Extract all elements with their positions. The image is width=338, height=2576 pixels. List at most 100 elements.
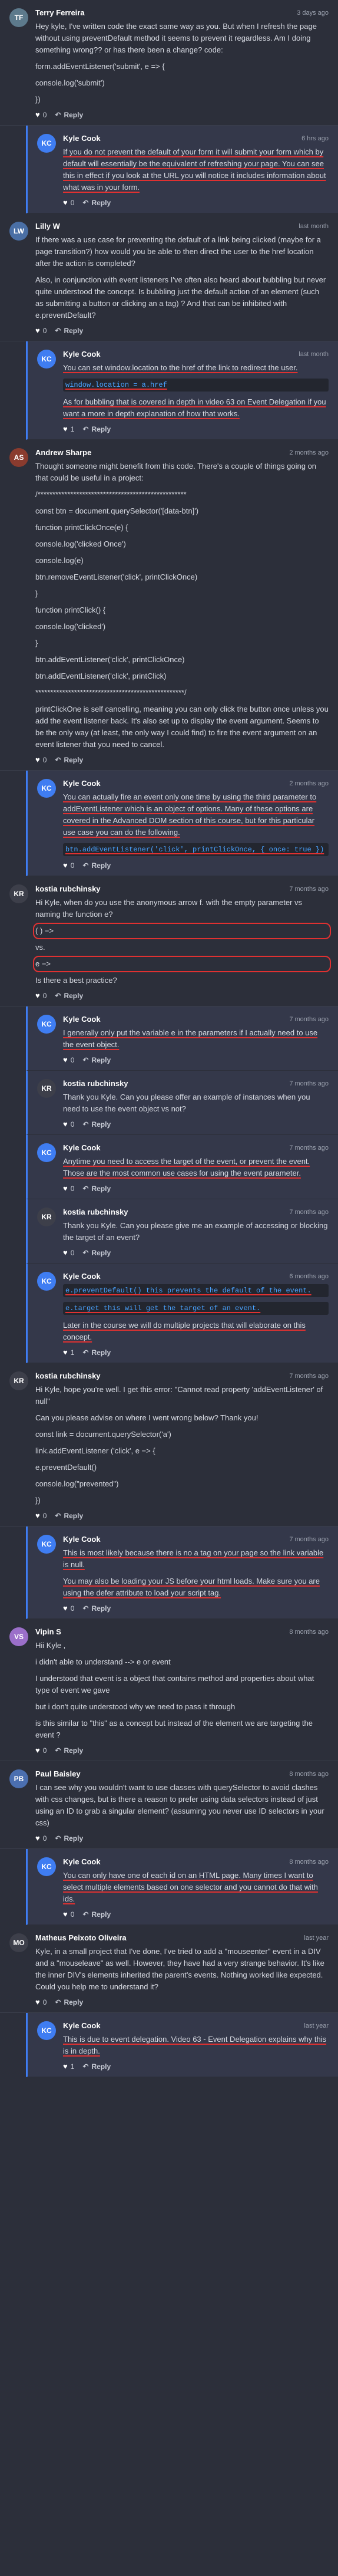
- like-count: 0: [42, 755, 47, 764]
- author-name[interactable]: Kyle Cook: [63, 779, 101, 788]
- author-name[interactable]: Lilly W: [35, 222, 60, 231]
- reply-label: Reply: [91, 425, 111, 433]
- author-name[interactable]: Vipin S: [35, 1627, 61, 1636]
- like-button[interactable]: ♥ 0: [35, 1746, 47, 1755]
- author-name[interactable]: Kyle Cook: [63, 1272, 101, 1281]
- heart-icon: ♥: [63, 1248, 68, 1257]
- author-name[interactable]: Kyle Cook: [63, 2021, 101, 2030]
- author-name[interactable]: Kyle Cook: [63, 1015, 101, 1024]
- like-button[interactable]: ♥ 0: [63, 1248, 74, 1257]
- reply-button[interactable]: ↶ Reply: [55, 1834, 83, 1843]
- reply-button[interactable]: ↶ Reply: [55, 756, 83, 764]
- reply-comment: KC Kyle Cook last year This is due to event…: [26, 2013, 338, 2077]
- like-button[interactable]: ♥ 0: [63, 861, 74, 870]
- comment-paragraph: ****************************************…: [35, 688, 187, 697]
- comment-paragraph: is this similar to "this" as a concept b…: [35, 1719, 313, 1739]
- author-name[interactable]: Terry Ferreira: [35, 8, 85, 17]
- author-name[interactable]: Kyle Cook: [63, 350, 101, 358]
- reply-icon: ↶: [55, 1834, 61, 1843]
- like-button[interactable]: ♥ 0: [63, 198, 74, 207]
- like-button[interactable]: ♥ 0: [63, 1910, 74, 1919]
- timestamp: last month: [299, 350, 329, 358]
- heart-icon: ♥: [63, 1184, 68, 1193]
- reply-button[interactable]: ↶ Reply: [82, 861, 111, 870]
- reply-button[interactable]: ↶ Reply: [82, 1185, 111, 1193]
- like-count: 0: [70, 861, 75, 870]
- comment-text: Hi Kyle, hope you're well. I get this er…: [35, 1384, 329, 1506]
- reply-button[interactable]: ↶ Reply: [82, 199, 111, 207]
- reply-button[interactable]: ↶ Reply: [55, 1512, 83, 1520]
- comment-header: Kyle Cook 7 months ago: [63, 1143, 329, 1152]
- comment-paragraph: }): [35, 1496, 41, 1505]
- like-button[interactable]: ♥ 1: [63, 425, 74, 433]
- author-name[interactable]: kostia rubchinsky: [63, 1079, 128, 1088]
- comment-header: Kyle Cook 6 months ago: [63, 1272, 329, 1281]
- comment-actions: ♥ 0 ↶ Reply: [63, 1120, 329, 1129]
- timestamp: last year: [304, 2022, 329, 2029]
- reply-button[interactable]: ↶ Reply: [55, 1998, 83, 2006]
- comment-actions: ♥ 0 ↶ Reply: [35, 1834, 329, 1843]
- reply-button[interactable]: ↶ Reply: [82, 1056, 111, 1064]
- avatar: KC: [37, 779, 56, 798]
- comment-paragraph: Anytime you need to access the target of…: [63, 1157, 310, 1177]
- comment-body: kostia rubchinsky 7 months ago Hi Kyle, wh…: [33, 884, 331, 1000]
- like-button[interactable]: ♥ 0: [35, 991, 47, 1000]
- author-name[interactable]: Kyle Cook: [63, 1857, 101, 1866]
- author-name[interactable]: Kyle Cook: [63, 1535, 101, 1544]
- author-name[interactable]: Kyle Cook: [63, 134, 101, 143]
- reply-button[interactable]: ↶ Reply: [55, 327, 83, 335]
- author-name[interactable]: kostia rubchinsky: [63, 1208, 128, 1216]
- reply-label: Reply: [64, 1746, 84, 1755]
- heart-icon: ♥: [35, 1746, 40, 1755]
- comment: KR kostia rubchinsky 7 months ago Hi Kyle, …: [0, 876, 338, 1006]
- comment-actions: ♥ 0 ↶ Reply: [63, 1910, 329, 1919]
- like-button[interactable]: ♥ 0: [63, 1604, 74, 1613]
- reply-button[interactable]: ↶ Reply: [82, 1604, 111, 1613]
- like-button[interactable]: ♥ 0: [63, 1120, 74, 1129]
- author-name[interactable]: kostia rubchinsky: [35, 884, 101, 893]
- like-button[interactable]: ♥ 0: [35, 1511, 47, 1520]
- reply-button[interactable]: ↶ Reply: [82, 1120, 111, 1129]
- comment-header: Terry Ferreira 3 days ago: [35, 8, 329, 17]
- like-button[interactable]: ♥ 0: [63, 1055, 74, 1064]
- author-name[interactable]: Matheus Peixoto Oliveira: [35, 1933, 127, 1942]
- reply-button[interactable]: ↶ Reply: [55, 992, 83, 1000]
- timestamp: 6 months ago: [289, 1272, 329, 1280]
- reply-button[interactable]: ↶ Reply: [55, 111, 83, 119]
- comment-actions: ♥ 1 ↶ Reply: [63, 2062, 329, 2071]
- timestamp: 7 months ago: [289, 1144, 329, 1152]
- like-button[interactable]: ♥ 0: [63, 1184, 74, 1193]
- like-button[interactable]: ♥ 0: [35, 1998, 47, 2006]
- comment-paragraph: I generally only put the variable e in t…: [63, 1028, 318, 1049]
- author-name[interactable]: Paul Baisley: [35, 1769, 81, 1778]
- reply-button[interactable]: ↶ Reply: [82, 1249, 111, 1257]
- reply-button[interactable]: ↶ Reply: [55, 1746, 83, 1755]
- reply-button[interactable]: ↶ Reply: [82, 1348, 111, 1357]
- like-button[interactable]: ♥ 0: [35, 1834, 47, 1843]
- reply-label: Reply: [64, 326, 84, 335]
- avatar: KR: [9, 884, 28, 903]
- author-name[interactable]: kostia rubchinsky: [35, 1371, 101, 1380]
- comment-header: Kyle Cook last month: [63, 350, 329, 358]
- like-button[interactable]: ♥ 1: [63, 2062, 74, 2071]
- comment-text: If there was a use case for preventing t…: [35, 234, 329, 321]
- timestamp: 3 days ago: [297, 9, 329, 17]
- comment-actions: ♥ 1 ↶ Reply: [63, 425, 329, 433]
- comment-body: Paul Baisley 8 months ago I can see why yo…: [35, 1769, 329, 1843]
- reply-button[interactable]: ↶ Reply: [82, 425, 111, 433]
- reply-button[interactable]: ↶ Reply: [82, 2062, 111, 2071]
- author-name[interactable]: Kyle Cook: [63, 1143, 101, 1152]
- comment-paragraph: console.log('clicked Once'): [35, 539, 126, 548]
- like-button[interactable]: ♥ 0: [35, 326, 47, 335]
- comment-header: Lilly W last month: [35, 222, 329, 231]
- comment-text: Hi Kyle, when do you use the anonymous a…: [33, 897, 331, 986]
- like-count: 0: [70, 1248, 75, 1257]
- like-button[interactable]: ♥ 1: [63, 1348, 74, 1357]
- author-name[interactable]: Andrew Sharpe: [35, 448, 91, 457]
- comment-paragraph: Also, in conjunction with event listener…: [35, 275, 326, 320]
- comment-header: Kyle Cook 7 months ago: [63, 1535, 329, 1544]
- comment-paragraph: btn.addEventListener('click', printClick…: [35, 672, 167, 680]
- reply-button[interactable]: ↶ Reply: [82, 1910, 111, 1919]
- like-button[interactable]: ♥ 0: [35, 755, 47, 764]
- like-button[interactable]: ♥ 0: [35, 110, 47, 119]
